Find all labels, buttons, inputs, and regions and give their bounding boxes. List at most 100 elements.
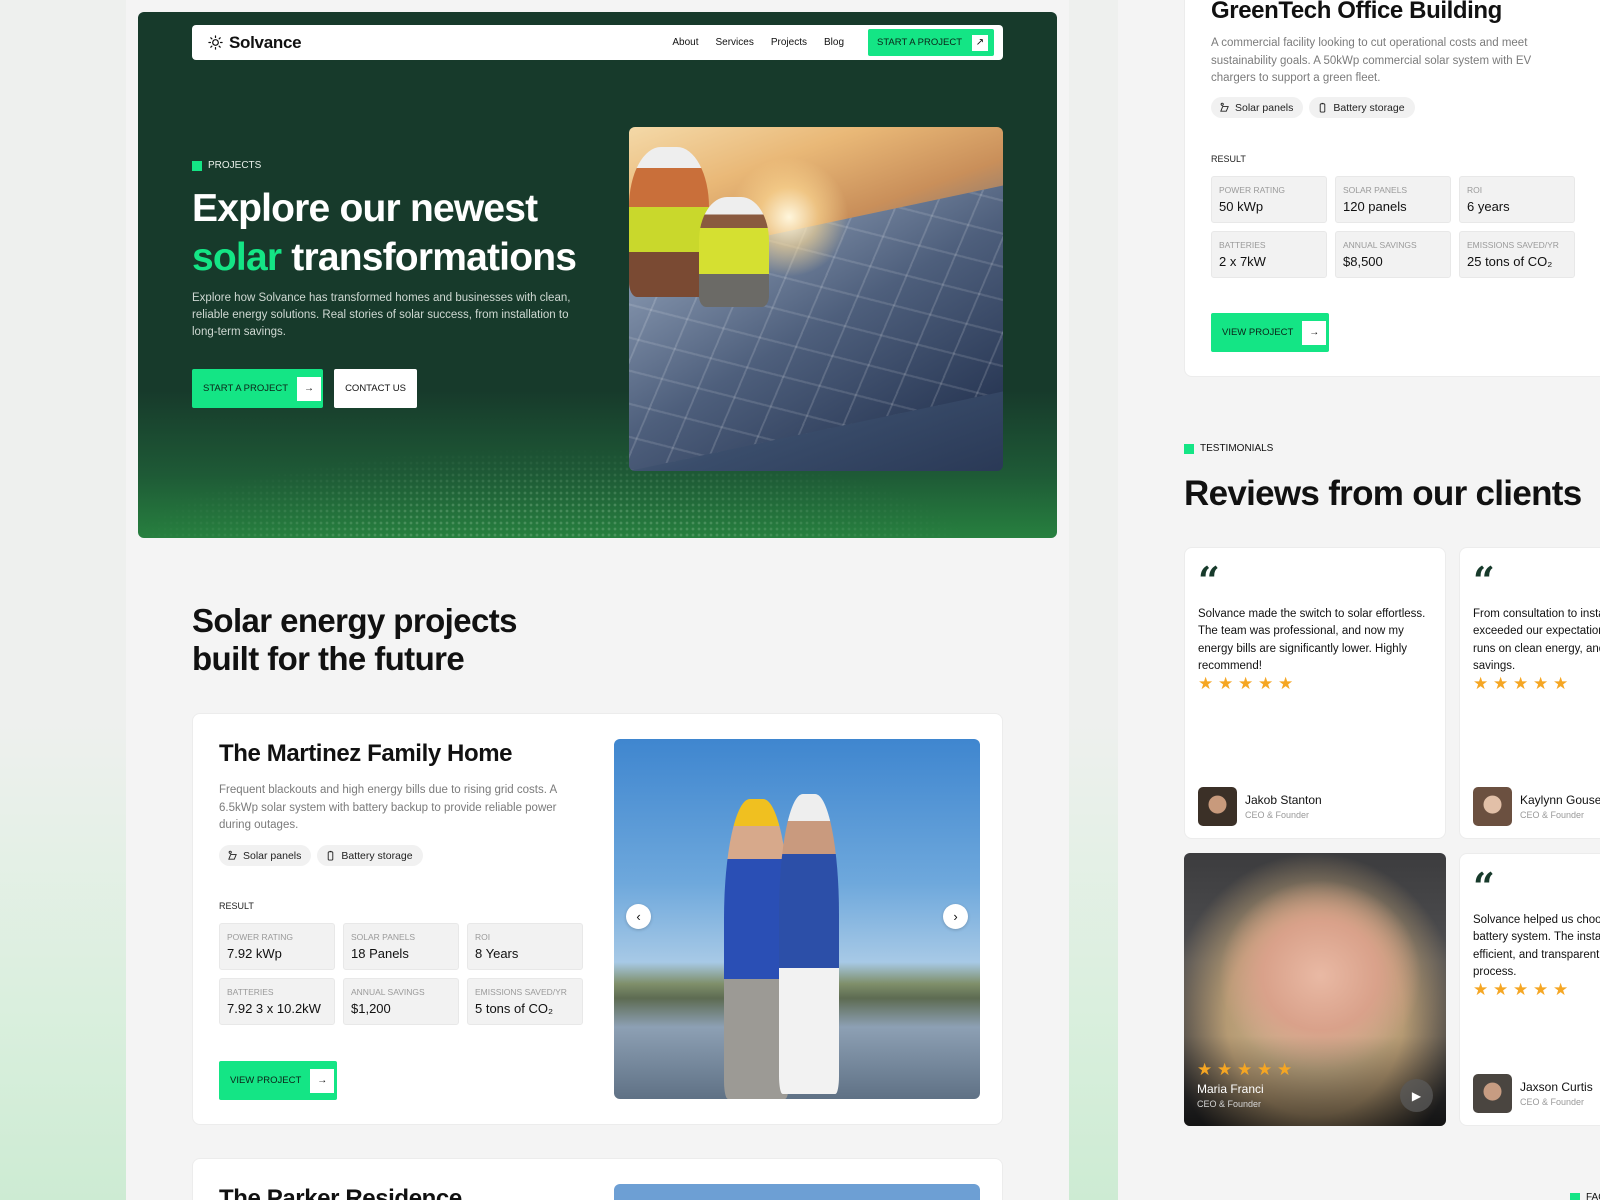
project-name: The Parker Residence bbox=[219, 1185, 462, 1200]
chip-battery-storage: Battery storage bbox=[1309, 97, 1415, 118]
review-text: From consultation to installation, Solva… bbox=[1473, 608, 1600, 672]
view-project-button[interactable]: VIEW PROJECT → bbox=[1211, 313, 1329, 352]
hero-title-rest: transformations bbox=[281, 236, 577, 279]
stat-batteries: BATTERIES 7.92 3 x 10.2kW bbox=[219, 978, 335, 1025]
chevron-left-icon: ‹ bbox=[636, 909, 641, 924]
nav-start-project-button[interactable]: START A PROJECT ↗ bbox=[868, 29, 994, 56]
chip-label: Battery storage bbox=[1333, 101, 1405, 114]
stat-solar-panels: SOLAR PANELS 120 panels bbox=[1335, 176, 1451, 223]
projects-page-board: Solvance About Services Projects Blog ST… bbox=[126, 0, 1069, 1200]
project-chips: Solar panels Battery storage bbox=[1211, 97, 1415, 118]
hero-tag: PROJECTS bbox=[192, 160, 261, 171]
star-icon: ★ bbox=[1473, 674, 1489, 693]
nav-services[interactable]: Services bbox=[716, 37, 754, 48]
nav-cta-label: START A PROJECT bbox=[877, 37, 962, 48]
project-card-parker: The Parker Residence bbox=[192, 1158, 1003, 1200]
stat-power-rating: POWER RATING 50 kWp bbox=[1211, 176, 1327, 223]
faq-tag: FAQ bbox=[1570, 1192, 1600, 1200]
start-project-button[interactable]: START A PROJECT → bbox=[192, 369, 323, 408]
star-icon: ★ bbox=[1197, 1060, 1213, 1079]
star-icon: ★ bbox=[1217, 1060, 1233, 1079]
start-project-label: START A PROJECT bbox=[203, 383, 288, 394]
arrow-right-icon: → bbox=[310, 1068, 335, 1093]
stat-roi: ROI 6 years bbox=[1459, 176, 1575, 223]
hero-description: Explore how Solvance has transformed hom… bbox=[192, 292, 571, 338]
solar-panel-icon bbox=[1220, 102, 1229, 112]
star-icon: ★ bbox=[1553, 674, 1569, 693]
reviewer-role: CEO & Founder bbox=[1197, 1099, 1262, 1109]
top-navbar: Solvance About Services Projects Blog ST… bbox=[192, 25, 1003, 60]
project-photo bbox=[614, 1184, 980, 1200]
project-name: The Martinez Family Home bbox=[219, 740, 513, 767]
logo-text: Solvance bbox=[229, 32, 302, 52]
stat-power-rating: POWER RATING 7.92 kWp bbox=[219, 923, 335, 970]
star-icon: ★ bbox=[1533, 674, 1549, 693]
star-icon: ★ bbox=[1237, 1060, 1253, 1079]
star-rating: ★ ★ ★ ★ ★ bbox=[1473, 981, 1570, 998]
arrow-right-icon: → bbox=[297, 376, 321, 401]
stat-annual-savings: ANNUAL SAVINGS $8,500 bbox=[1335, 231, 1451, 278]
result-stats-grid: POWER RATING 50 kWp SOLAR PANELS 120 panel… bbox=[1211, 176, 1575, 278]
nav-blog[interactable]: Blog bbox=[824, 37, 844, 48]
carousel-prev-button[interactable]: ‹ bbox=[626, 904, 651, 929]
nav-projects[interactable]: Projects bbox=[771, 37, 807, 48]
play-icon: ▶ bbox=[1411, 1088, 1422, 1103]
star-icon: ★ bbox=[1277, 1060, 1293, 1079]
result-label: RESULT bbox=[1211, 154, 1246, 164]
reviewer-name: Maria Franci bbox=[1197, 1082, 1264, 1096]
review-card: “ Solvance helped us choose the right so… bbox=[1459, 853, 1600, 1126]
tag-square-icon bbox=[1570, 1192, 1580, 1200]
star-icon: ★ bbox=[1473, 980, 1489, 999]
reviewer: Jakob Stanton CEO & Founder bbox=[1198, 787, 1322, 826]
testimonials-title: Reviews from our clients bbox=[1184, 474, 1582, 513]
nav-links: About Services Projects Blog bbox=[672, 37, 844, 48]
hero-title: Explore our newest solar transformations bbox=[192, 184, 612, 282]
chip-solar-panels: Solar panels bbox=[1211, 97, 1304, 118]
view-project-label: VIEW PROJECT bbox=[230, 1075, 302, 1086]
avatar bbox=[1473, 787, 1512, 826]
project-description: Frequent blackouts and high energy bills… bbox=[219, 784, 557, 831]
project-chips: Solar panels Battery storage bbox=[219, 845, 423, 866]
review-text: Solvance helped us choose the right sola… bbox=[1473, 914, 1600, 978]
reviewer-role: CEO & Founder bbox=[1245, 810, 1310, 820]
reviewer-role: CEO & Founder bbox=[1520, 810, 1585, 820]
quote-icon: “ bbox=[1198, 558, 1220, 603]
stat-roi: ROI 8 Years bbox=[467, 923, 583, 970]
quote-icon: “ bbox=[1473, 558, 1495, 603]
projects-testimonials-board: GreenTech Office Building A commercial f… bbox=[1118, 0, 1600, 1200]
video-testimonial[interactable]: ★ ★ ★ ★ ★ Maria Franci CEO & Founder ▶ bbox=[1184, 853, 1446, 1126]
play-button[interactable]: ▶ bbox=[1400, 1079, 1433, 1112]
project-description: A commercial facility looking to cut ope… bbox=[1211, 37, 1532, 84]
contact-us-button[interactable]: CONTACT US bbox=[334, 369, 417, 408]
review-text: Solvance made the switch to solar effort… bbox=[1198, 608, 1426, 672]
nav-about[interactable]: About bbox=[672, 37, 698, 48]
tag-square-icon bbox=[1184, 443, 1194, 454]
reviewer-role: CEO & Founder bbox=[1520, 1097, 1585, 1107]
hero-tag-label: PROJECTS bbox=[208, 160, 262, 171]
star-icon: ★ bbox=[1533, 980, 1549, 999]
reviewer-name: Kaylynn Gouse bbox=[1520, 793, 1600, 807]
star-rating: ★ ★ ★ ★ ★ bbox=[1197, 1061, 1294, 1078]
project-engineers-photo: ‹ › bbox=[614, 739, 980, 1099]
view-project-button[interactable]: VIEW PROJECT → bbox=[219, 1061, 337, 1100]
carousel-next-button[interactable]: › bbox=[943, 904, 968, 929]
project-card-greentech: GreenTech Office Building A commercial f… bbox=[1184, 0, 1600, 377]
star-icon: ★ bbox=[1258, 674, 1274, 693]
star-rating: ★ ★ ★ ★ ★ bbox=[1473, 675, 1570, 692]
chip-label: Solar panels bbox=[1235, 101, 1294, 114]
result-stats-grid: POWER RATING 7.92 kWp SOLAR PANELS 18 Pane… bbox=[219, 923, 583, 1025]
solar-panel-icon bbox=[228, 850, 237, 860]
logo[interactable]: Solvance bbox=[208, 32, 302, 53]
hero-workers-photo bbox=[629, 127, 1003, 471]
faq-tag-label: FAQ bbox=[1586, 1192, 1600, 1200]
hero-title-accent: solar bbox=[192, 236, 282, 279]
reviewer-name: Jakob Stanton bbox=[1245, 793, 1322, 807]
chevron-right-icon: › bbox=[953, 909, 958, 924]
battery-icon bbox=[1320, 102, 1326, 113]
tag-square-icon bbox=[192, 160, 202, 171]
reviewer: Jaxson Curtis CEO & Founder bbox=[1473, 1074, 1593, 1113]
sun-icon bbox=[208, 35, 223, 50]
chip-solar-panels: Solar panels bbox=[219, 845, 312, 866]
projects-section-title: Solar energy projects built for the futu… bbox=[192, 602, 517, 677]
contact-us-label: CONTACT US bbox=[345, 383, 406, 394]
